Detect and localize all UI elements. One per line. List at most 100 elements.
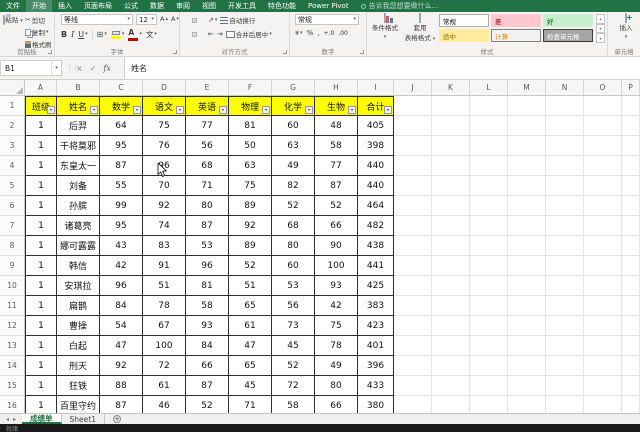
row-header-10[interactable]: 10 (0, 276, 25, 296)
empty-cell[interactable] (394, 216, 432, 236)
empty-cell[interactable] (546, 296, 584, 316)
empty-cell[interactable] (584, 356, 622, 376)
table-cell[interactable]: 55 (100, 176, 143, 196)
table-header-cell[interactable]: 物理▾ (229, 96, 272, 116)
table-cell[interactable]: 白起 (57, 336, 100, 356)
empty-cell[interactable] (546, 136, 584, 156)
table-cell[interactable]: 45 (272, 336, 315, 356)
empty-cell[interactable] (394, 196, 432, 216)
column-header-D[interactable]: D (143, 80, 186, 96)
table-cell[interactable]: 1 (25, 176, 57, 196)
currency-format-button[interactable]: ¥ ▾ (295, 29, 303, 37)
align-left-button[interactable] (184, 32, 189, 37)
table-cell[interactable]: 64 (100, 116, 143, 136)
phonetic-guide-button[interactable]: 文 ▾ (146, 29, 157, 40)
table-cell[interactable]: 47 (229, 336, 272, 356)
empty-cell[interactable] (584, 156, 622, 176)
empty-cell[interactable] (394, 96, 432, 116)
table-cell[interactable]: 53 (272, 276, 315, 296)
table-cell[interactable]: 75 (229, 176, 272, 196)
empty-cell[interactable] (508, 196, 546, 216)
table-cell[interactable]: 77 (315, 156, 358, 176)
table-cell[interactable]: 诸葛亮 (57, 216, 100, 236)
column-header-M[interactable]: M (508, 80, 546, 96)
empty-cell[interactable] (432, 396, 470, 413)
row-header-11[interactable]: 11 (0, 296, 25, 316)
column-header-O[interactable]: O (584, 80, 622, 96)
table-cell[interactable]: 后羿 (57, 116, 100, 136)
number-format-select[interactable]: 常规 ▾ (295, 14, 359, 25)
table-cell[interactable]: 66 (315, 216, 358, 236)
table-cell[interactable]: 56 (272, 296, 315, 316)
empty-cell[interactable] (508, 236, 546, 256)
empty-cell[interactable] (508, 256, 546, 276)
table-cell[interactable]: 干将莫邪 (57, 136, 100, 156)
table-cell[interactable]: 1 (25, 316, 57, 336)
table-cell[interactable]: 87 (315, 176, 358, 196)
empty-cell[interactable] (394, 136, 432, 156)
gallery-more-button[interactable]: ▾ (596, 33, 605, 43)
empty-cell[interactable] (622, 316, 640, 336)
new-sheet-button[interactable]: + (113, 415, 121, 423)
empty-cell[interactable] (432, 116, 470, 136)
italic-button[interactable]: I (71, 30, 74, 39)
row-header-2[interactable]: 2 (0, 116, 25, 136)
table-header-cell[interactable]: 合计▾ (358, 96, 394, 116)
table-cell[interactable]: 46 (143, 396, 186, 413)
column-header-G[interactable]: G (272, 80, 315, 96)
merge-center-button[interactable]: 合并后居中 ▾ (226, 29, 272, 39)
empty-cell[interactable] (432, 296, 470, 316)
empty-cell[interactable] (432, 236, 470, 256)
empty-cell[interactable] (470, 376, 508, 396)
empty-cell[interactable] (470, 236, 508, 256)
table-header-cell[interactable]: 化学▾ (272, 96, 315, 116)
table-header-cell[interactable]: 英语▾ (186, 96, 229, 116)
table-cell[interactable]: 51 (143, 276, 186, 296)
empty-cell[interactable] (508, 396, 546, 413)
dialog-launcher-icon[interactable] (360, 50, 364, 54)
font-color-button[interactable]: A ▾ (128, 29, 142, 41)
table-cell[interactable]: 440 (358, 156, 394, 176)
column-header-L[interactable]: L (470, 80, 508, 96)
table-cell[interactable]: 52 (186, 396, 229, 413)
table-cell[interactable]: 52 (272, 356, 315, 376)
table-cell[interactable]: 70 (143, 176, 186, 196)
align-right-button[interactable] (200, 32, 205, 37)
table-cell[interactable]: 1 (25, 216, 57, 236)
table-cell[interactable]: 东皇太一 (57, 156, 100, 176)
empty-cell[interactable] (622, 236, 640, 256)
bold-button[interactable]: B (61, 30, 67, 39)
sheet-nav-prev-icon[interactable]: ◂ (6, 416, 9, 423)
column-header-K[interactable]: K (432, 80, 470, 96)
empty-cell[interactable] (394, 356, 432, 376)
empty-cell[interactable] (584, 116, 622, 136)
dialog-launcher-icon[interactable] (173, 50, 177, 54)
table-cell[interactable]: 441 (358, 256, 394, 276)
empty-cell[interactable] (546, 336, 584, 356)
empty-cell[interactable] (584, 276, 622, 296)
empty-cell[interactable] (546, 96, 584, 116)
empty-cell[interactable] (584, 236, 622, 256)
table-cell[interactable]: 77 (186, 116, 229, 136)
table-cell[interactable]: 80 (272, 236, 315, 256)
filter-dropdown-icon[interactable]: ▾ (176, 106, 184, 114)
table-cell[interactable]: 80 (186, 196, 229, 216)
row-header-3[interactable]: 3 (0, 136, 25, 156)
row-header-8[interactable]: 8 (0, 236, 25, 256)
percent-format-button[interactable]: % (307, 29, 314, 37)
column-header-F[interactable]: F (229, 80, 272, 96)
table-cell[interactable]: 43 (100, 236, 143, 256)
table-cell[interactable]: 71 (186, 176, 229, 196)
grow-font-button[interactable]: A ▴ (160, 15, 168, 23)
empty-cell[interactable] (622, 96, 640, 116)
table-cell[interactable]: 1 (25, 116, 57, 136)
table-cell[interactable]: 82 (272, 176, 315, 196)
paste-button[interactable]: 粘贴 ▾ (3, 14, 23, 24)
empty-cell[interactable] (470, 116, 508, 136)
table-cell[interactable]: 47 (100, 336, 143, 356)
table-cell[interactable]: 1 (25, 276, 57, 296)
table-cell[interactable]: 93 (186, 316, 229, 336)
row-header-16[interactable]: 16 (0, 396, 25, 413)
empty-cell[interactable] (432, 376, 470, 396)
dialog-launcher-icon[interactable] (48, 50, 52, 54)
